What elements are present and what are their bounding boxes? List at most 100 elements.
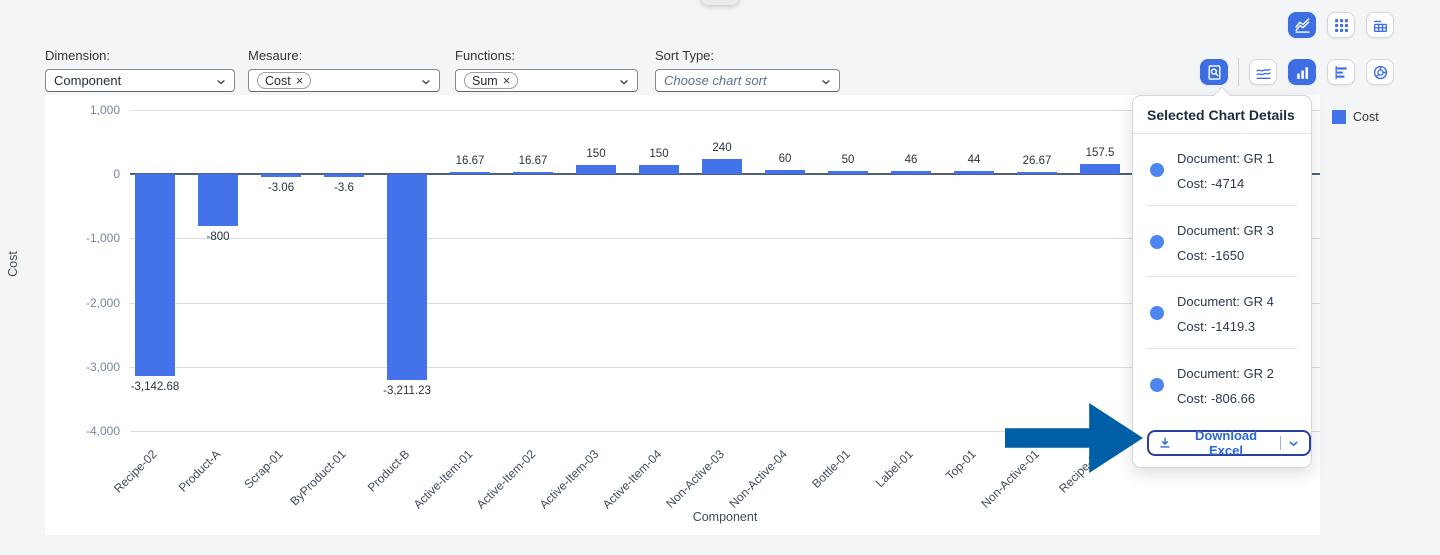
donut-chart-icon [1372,64,1389,81]
dimension-filter-group: Dimension: Component [45,48,235,92]
hbar-chart-icon [1333,64,1350,81]
token-remove-icon[interactable]: × [296,74,304,87]
bar-Active-Item-02[interactable] [513,172,553,175]
bar-Recipe-01[interactable] [1080,164,1120,174]
measure-filter-group: Mesaure: Cost × [248,48,440,92]
sort-type-select[interactable]: Choose chart sort [655,69,840,92]
sort-filter-group: Sort Type: Choose chart sort [655,48,840,92]
bar-value-label: -3.6 [299,182,389,194]
bar-Product-B[interactable] [387,174,427,380]
table-icon [1372,17,1389,34]
bar-Top-01[interactable] [954,171,994,174]
bar-Non-Active-03[interactable] [702,159,742,174]
bar-value-label: -800 [173,231,263,243]
grid-button[interactable] [1327,12,1355,38]
dimension-value: Component [54,73,121,88]
popup-item-cost: Cost: -806.66 [1177,392,1274,406]
x-axis-title: Component [130,510,1320,524]
selected-chart-details-popup: Selected Chart Details Document: GR 1Cos… [1132,95,1312,468]
table-button[interactable] [1366,12,1394,38]
bar-value-label: 240 [677,142,767,154]
bar-Product-A[interactable] [198,174,238,225]
chart-type-toolbar [1200,58,1394,86]
popup-item[interactable]: Document: GR 2 Cost: -806.66 [1133,349,1311,420]
chevron-down-icon [215,76,227,88]
series-bullet-icon [1150,306,1164,320]
bar-Active-Item-01[interactable] [450,172,490,175]
popup-item-lines: Document: GR 4 Cost: -1419.3 [1177,292,1274,335]
popup-item[interactable]: Document: GR 4 Cost: -1419.3 [1133,277,1311,348]
split-button-divider [1280,436,1281,450]
line-chart-button[interactable] [1249,59,1277,85]
hbar-chart-button[interactable] [1327,59,1355,85]
bar-chart-button[interactable] [1288,59,1316,85]
view-switch-toolbar [1288,12,1394,38]
download-excel-button[interactable]: Download Excel [1147,430,1311,456]
download-excel-label: Download Excel [1178,428,1274,458]
popup-item-document: Document: GR 3 [1177,224,1274,238]
y-tick-label: -4,000 [50,424,120,438]
token-remove-icon[interactable]: × [503,74,511,87]
chevron-down-icon [420,76,432,88]
popup-item-document: Document: GR 1 [1177,152,1274,166]
chart-legend: Cost [1332,110,1379,124]
sort-type-placeholder: Choose chart sort [664,73,767,88]
measure-label: Mesaure: [248,48,440,63]
popup-item-document: Document: GR 2 [1177,367,1274,381]
download-icon [1158,436,1172,450]
popup-item-document: Document: GR 4 [1177,295,1274,309]
popup-item-list: Document: GR 1 Cost: -4714 Document: GR 3 C… [1133,134,1311,419]
download-excel-wrap: Download Excel [1147,430,1311,456]
sort-type-label: Sort Type: [655,48,840,63]
grid-icon [1333,17,1350,34]
chevron-down-icon [820,76,832,88]
bar-Label-01[interactable] [891,171,931,174]
measure-token: Cost × [257,72,311,89]
functions-filter-group: Functions: Sum × [455,48,638,92]
y-tick-label: 1,000 [50,103,120,117]
chart-area-icon [1294,17,1311,34]
series-bullet-icon [1150,378,1164,392]
bar-chart-icon [1294,64,1311,81]
line-chart-icon [1255,64,1272,81]
popup-item[interactable]: Document: GR 3 Cost: -1650 [1133,206,1311,277]
bar-Non-Active-04[interactable] [765,170,805,174]
toolbar-separator [1238,58,1239,86]
top-edge-pill [701,0,739,5]
popup-item-cost: Cost: -4714 [1177,177,1274,191]
y-tick-label: 0 [50,167,120,181]
dimension-select[interactable]: Component [45,69,235,92]
legend-label: Cost [1353,110,1379,124]
popup-item[interactable]: Document: GR 1 Cost: -4714 [1133,134,1311,205]
functions-label: Functions: [455,48,638,63]
legend-swatch [1332,110,1346,124]
popup-item-lines: Document: GR 1 Cost: -4714 [1177,149,1274,192]
bar-Bottle-01[interactable] [828,171,868,174]
bar-Active-Item-03[interactable] [576,165,616,175]
series-bullet-icon [1150,235,1164,249]
y-tick-label: -2,000 [50,296,120,310]
y-axis-title: Cost [6,234,20,294]
bar-value-label: -3,211.23 [362,385,452,397]
popup-item-cost: Cost: -1650 [1177,249,1274,263]
chart-panel: Cost 1,0000-1,000-2,000-3,000-4,000-3,14… [45,95,1320,535]
series-bullet-icon [1150,163,1164,177]
bar-value-label: -3,142.68 [110,381,200,393]
donut-chart-button[interactable] [1366,59,1394,85]
document-search-button[interactable] [1200,59,1228,85]
chart-area-button[interactable] [1288,12,1316,38]
dimension-label: Dimension: [45,48,235,63]
bar-Recipe-02[interactable] [135,174,175,376]
chevron-down-icon[interactable] [1287,437,1300,450]
functions-select[interactable]: Sum × [455,69,638,92]
measure-select[interactable]: Cost × [248,69,440,92]
bar-Active-Item-04[interactable] [639,165,679,175]
bar-ByProduct-01[interactable] [324,174,364,177]
chevron-down-icon [618,76,630,88]
popup-item-cost: Cost: -1419.3 [1177,320,1274,334]
bar-Scrap-01[interactable] [261,174,301,177]
functions-token: Sum × [464,72,518,89]
popup-item-lines: Document: GR 3 Cost: -1650 [1177,221,1274,264]
bar-Non-Active-01[interactable] [1017,172,1057,175]
popup-item-lines: Document: GR 2 Cost: -806.66 [1177,364,1274,407]
